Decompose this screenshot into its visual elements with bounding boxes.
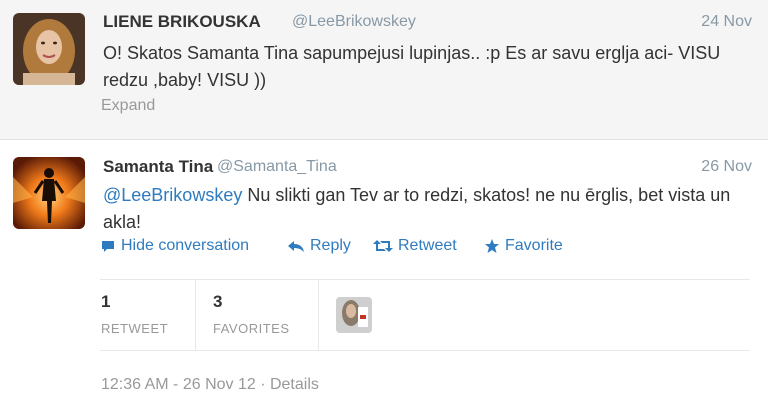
divider	[318, 279, 319, 350]
profile-photo-icon	[336, 297, 372, 333]
tweet-text: @LeeBrikowskey Nu slikti gan Tev ar to r…	[103, 182, 743, 236]
retweet-stat[interactable]: 1 RETWEET	[101, 292, 168, 336]
speech-bubble-icon	[102, 241, 114, 252]
tweet-date[interactable]: 24 Nov	[701, 13, 752, 31]
reply-label: Reply	[310, 237, 351, 254]
retweet-icon	[373, 240, 393, 252]
author-name[interactable]: Samanta Tina	[103, 157, 213, 177]
reply-button[interactable]: Reply	[287, 237, 351, 255]
expand-link[interactable]: Expand	[101, 97, 155, 115]
hide-conversation-label: Hide conversation	[121, 237, 250, 254]
reply-arrow-icon	[288, 241, 304, 252]
profile-photo-icon	[13, 13, 85, 85]
retweet-count-label: RETWEET	[101, 321, 169, 336]
divider	[100, 279, 750, 280]
retweet-count: 1	[101, 292, 111, 311]
divider	[100, 350, 750, 351]
tweet-text: O! Skatos Samanta Tina sapumpejusi lupin…	[103, 43, 721, 90]
avatar[interactable]	[13, 157, 85, 229]
favorites-count: 3	[213, 292, 223, 311]
tweet-date[interactable]: 26 Nov	[701, 158, 752, 176]
tweet-liene[interactable]: LIENE BRIKOUSKA @LeeBrikowskey 24 Nov O!…	[0, 0, 768, 140]
star-icon	[485, 239, 499, 253]
favorite-label: Favorite	[505, 237, 563, 254]
author-handle[interactable]: @LeeBrikowskey	[292, 13, 416, 31]
profile-photo-icon	[13, 157, 85, 229]
tweet-timestamp-details[interactable]: 12:36 AM - 26 Nov 12 · Details	[101, 376, 319, 394]
divider	[195, 279, 196, 350]
retweet-button[interactable]: Retweet	[373, 237, 457, 255]
hide-conversation-button[interactable]: Hide conversation	[100, 237, 249, 255]
favorites-stat[interactable]: 3 FAVORITES	[213, 292, 290, 336]
author-handle[interactable]: @Samanta_Tina	[217, 158, 337, 176]
favoriter-avatar[interactable]	[336, 297, 372, 333]
avatar[interactable]	[13, 13, 85, 85]
tweet-samanta: Samanta Tina @Samanta_Tina 26 Nov @LeeBr…	[0, 140, 768, 416]
mention-link[interactable]: @LeeBrikowskey	[103, 185, 242, 205]
favorite-button[interactable]: Favorite	[484, 237, 563, 255]
author-name[interactable]: LIENE BRIKOUSKA	[103, 12, 261, 32]
retweet-label: Retweet	[398, 237, 457, 254]
favorites-count-label: FAVORITES	[213, 321, 290, 336]
